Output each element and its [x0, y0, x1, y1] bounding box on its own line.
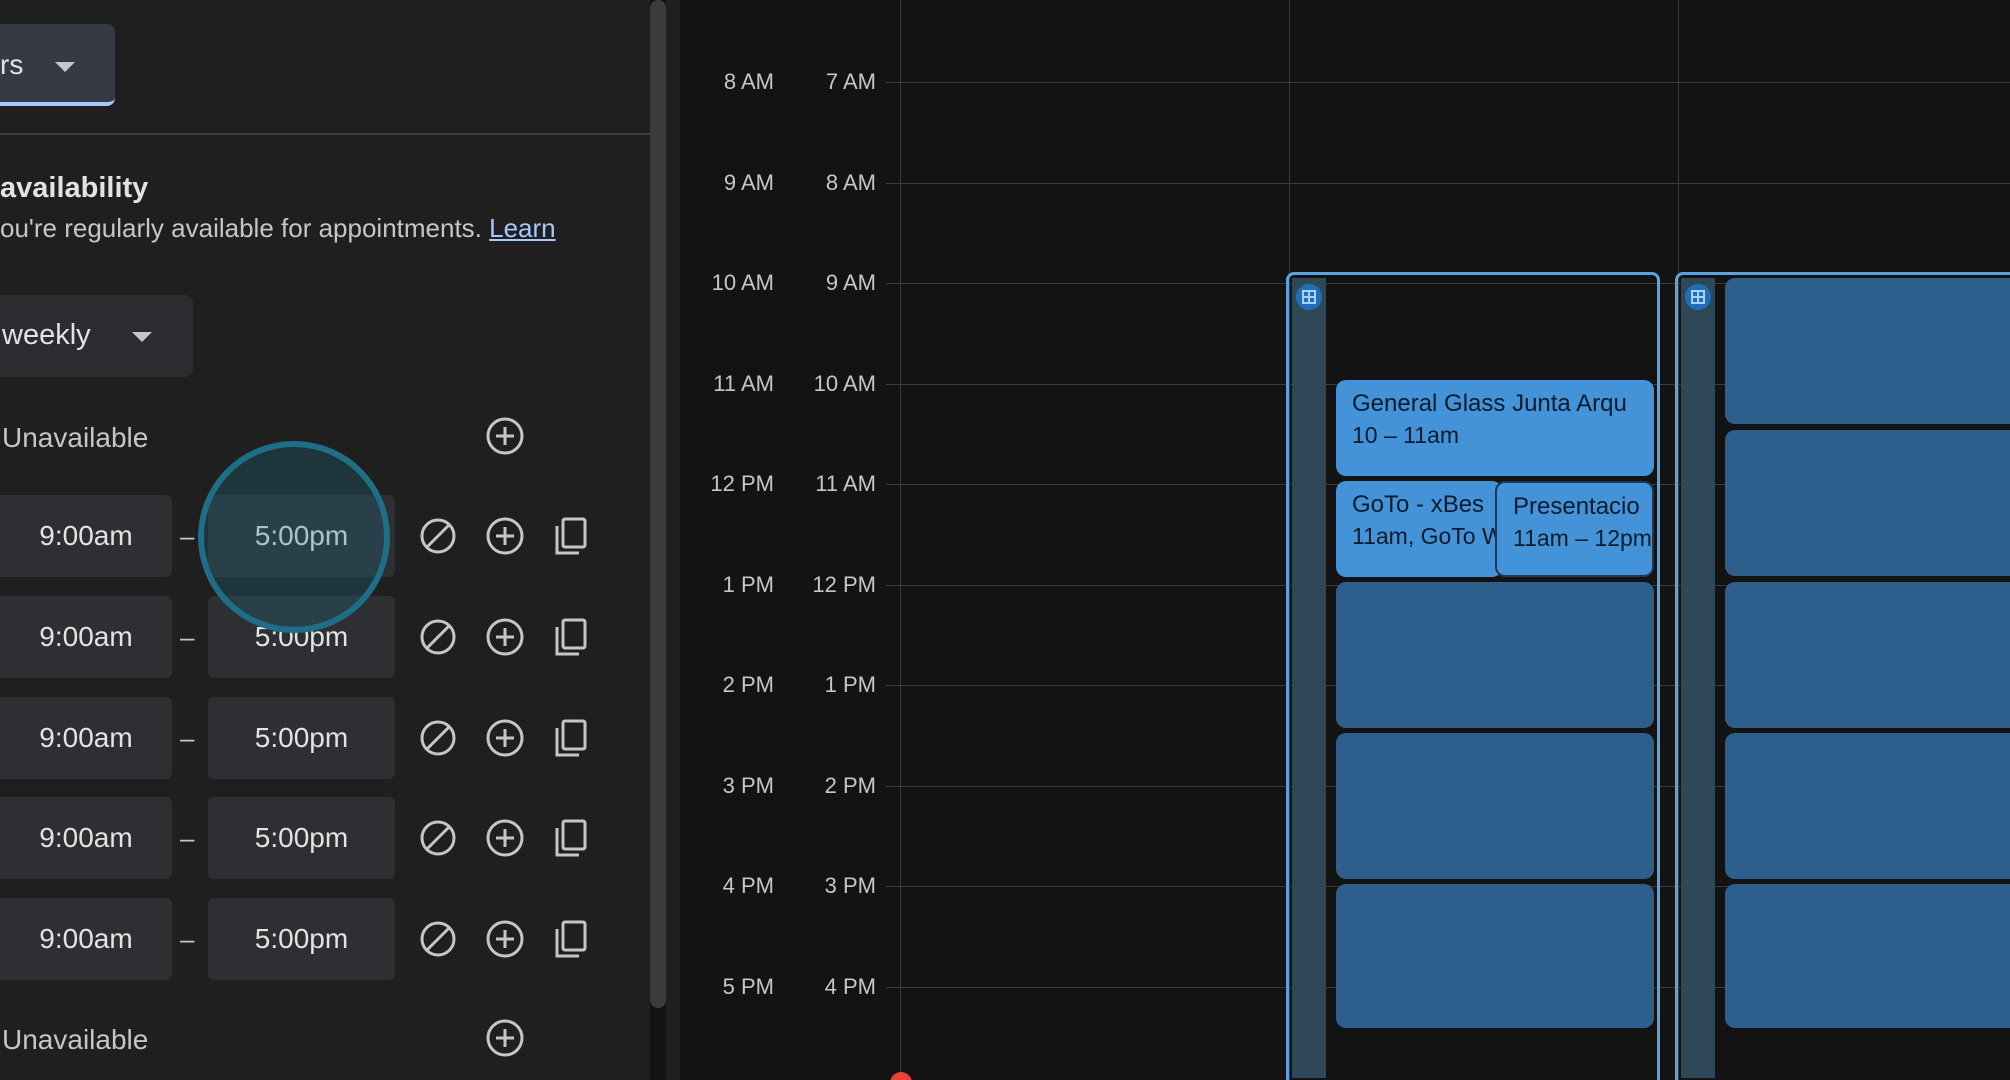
add-circle-icon[interactable] [483, 615, 527, 659]
copy-icon[interactable] [549, 816, 593, 860]
start-time-field[interactable]: 9:00am [0, 898, 172, 980]
appointment-schedule-strip [1292, 278, 1326, 1078]
bookable-slot[interactable] [1725, 278, 2010, 424]
availability-row: 9:00am – 5:00pm [0, 898, 650, 980]
availability-settings-panel: rs availability ou're regularly availabl… [0, 0, 650, 1080]
calendar-event[interactable]: Presentacio 11am – 12pm [1495, 481, 1654, 577]
chevron-down-icon [55, 62, 75, 72]
time-separator: – [180, 622, 195, 652]
day-unavailable-label: Unavailable [2, 1024, 149, 1055]
event-title: General Glass Junta Arqu [1352, 390, 1627, 417]
copy-icon[interactable] [549, 615, 593, 659]
section-divider [0, 133, 650, 135]
calendar-event[interactable]: GoTo - xBes 11am, GoTo W [1336, 481, 1502, 577]
secondary-timezone-label: 8 AM [825, 169, 876, 195]
block-icon[interactable] [416, 716, 460, 760]
start-time-field[interactable]: 9:00am [0, 797, 172, 879]
panel-gap [666, 0, 680, 1080]
primary-timezone-label: 2 PM [722, 672, 774, 697]
add-circle-icon[interactable] [483, 716, 527, 760]
time-gutter-divider [900, 0, 901, 1080]
add-circle-icon[interactable] [483, 816, 527, 860]
bookable-slot[interactable] [1336, 733, 1654, 879]
block-icon[interactable] [416, 816, 460, 860]
duration-dropdown-value: rs [0, 49, 24, 80]
primary-timezone-label: 9 AM [723, 169, 774, 195]
secondary-timezone-label: 10 AM [813, 370, 876, 396]
bookable-slot[interactable] [1336, 884, 1654, 1028]
primary-timezone-label: 3 PM [722, 772, 774, 798]
bookable-slot[interactable] [1725, 733, 2010, 879]
event-time: 11am – 12pm [1513, 525, 1652, 551]
copy-icon[interactable] [549, 917, 593, 961]
calendar-week-grid: 8 AM 7 AM 9 AM 8 AM 10 AM 9 AM 11 AM 10 AM 12 PM… [680, 0, 2010, 1080]
learn-more-link[interactable]: Learn [489, 213, 556, 243]
time-separator: – [180, 823, 195, 853]
primary-timezone-label: 10 AM [711, 270, 774, 295]
secondary-timezone-label: 12 PM [812, 571, 876, 597]
add-circle-icon[interactable] [483, 917, 527, 961]
event-title: GoTo - xBes [1352, 491, 1485, 518]
availability-row: 9:00am – 5:00pm [0, 697, 650, 779]
hour-gridline [886, 82, 2010, 83]
click-highlight-ring [198, 441, 390, 633]
add-circle-icon[interactable] [483, 414, 527, 458]
time-separator: – [180, 521, 195, 551]
secondary-timezone-label: 3 PM [824, 873, 876, 898]
time-separator: – [180, 723, 195, 753]
block-icon[interactable] [416, 917, 460, 961]
availability-heading: availability [0, 172, 149, 204]
hour-gridline [886, 182, 2010, 184]
bookable-slot[interactable] [1725, 430, 2010, 576]
end-time-field[interactable]: 5:00pm [208, 797, 395, 879]
availability-description: ou're regularly available for appointmen… [0, 213, 556, 244]
panel-scrollbar[interactable] [650, 0, 666, 1008]
copy-icon[interactable] [549, 514, 593, 558]
start-time-field[interactable]: 9:00am [0, 495, 172, 577]
secondary-timezone-label: 7 AM [825, 69, 876, 94]
end-time-field[interactable]: 5:00pm [208, 697, 395, 779]
bookable-slot[interactable] [1725, 884, 2010, 1028]
bookable-slot[interactable] [1725, 582, 2010, 728]
time-separator: – [180, 924, 195, 954]
grid-icon [1685, 284, 1711, 310]
add-circle-icon[interactable] [483, 1016, 527, 1060]
primary-timezone-label: 8 AM [723, 69, 774, 94]
primary-timezone-label: 12 PM [710, 471, 774, 496]
primary-timezone-label: 4 PM [722, 873, 774, 898]
block-icon[interactable] [416, 615, 460, 659]
availability-description-text: ou're regularly available for appointmen… [0, 213, 482, 243]
repeat-dropdown-value: weekly [2, 319, 91, 351]
repeat-weekly-dropdown[interactable]: weekly [0, 295, 193, 377]
end-time-field[interactable]: 5:00pm [208, 898, 395, 980]
grid-icon [1296, 284, 1322, 310]
event-title: Presentacio [1513, 493, 1640, 520]
secondary-timezone-label: 11 AM [815, 471, 876, 496]
calendar-event[interactable]: General Glass Junta Arqu 10 – 11am [1336, 380, 1654, 476]
availability-row: 9:00am – 5:00pm [0, 797, 650, 879]
copy-icon[interactable] [549, 716, 593, 760]
start-time-field[interactable]: 9:00am [0, 697, 172, 779]
add-circle-icon[interactable] [483, 514, 527, 558]
chevron-down-icon [132, 332, 152, 342]
primary-timezone-label: 11 AM [713, 370, 774, 396]
secondary-timezone-label: 9 AM [825, 270, 876, 295]
secondary-timezone-label: 2 PM [824, 772, 876, 798]
block-icon[interactable] [416, 514, 460, 558]
bookable-slot[interactable] [1336, 582, 1654, 728]
current-time-indicator [890, 1072, 912, 1080]
duration-dropdown[interactable]: rs [0, 24, 115, 106]
appointment-schedule-strip [1681, 278, 1715, 1078]
event-time: 10 – 11am [1352, 422, 1459, 448]
secondary-timezone-label: 4 PM [824, 973, 876, 999]
secondary-timezone-label: 1 PM [824, 672, 876, 697]
primary-timezone-label: 1 PM [722, 571, 774, 597]
primary-timezone-label: 5 PM [722, 973, 774, 999]
start-time-field[interactable]: 9:00am [0, 596, 172, 678]
event-time: 11am, GoTo W [1352, 523, 1502, 549]
day-unavailable-label: Unavailable [2, 422, 149, 453]
